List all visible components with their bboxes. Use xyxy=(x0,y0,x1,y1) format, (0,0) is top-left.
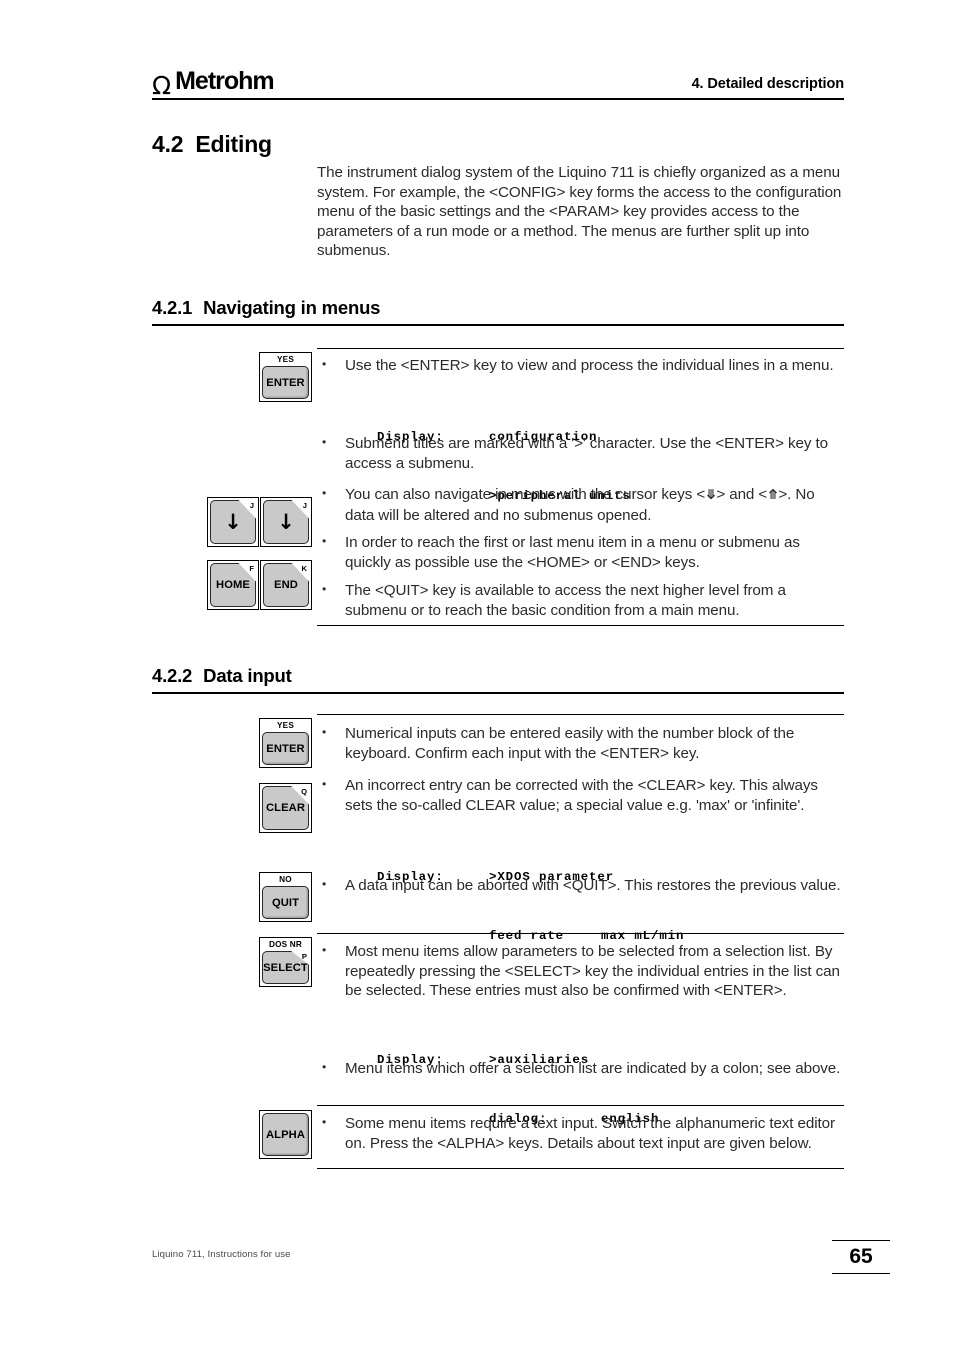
key-quit[interactable]: NO QUIT xyxy=(259,872,312,922)
section-title: Editing xyxy=(195,131,272,157)
keycap-label: HOME xyxy=(216,579,250,591)
subsection-title: Navigating in menus xyxy=(203,297,381,318)
subsection-heading-navigating: 4.2.1 Navigating in menus xyxy=(152,297,844,326)
arrow-up-icon: ↓ xyxy=(277,509,295,534)
bullet-item: Submenu titles are marked with a '>' cha… xyxy=(317,433,845,473)
section-intro-paragraph: The instrument dialog system of the Liqu… xyxy=(317,164,842,260)
page-number: 65 xyxy=(849,1245,873,1268)
key-cursor-up[interactable]: J ↓ xyxy=(260,497,312,547)
divider-rule xyxy=(317,1168,844,1169)
omega-icon: Ω xyxy=(152,70,172,100)
page-number-box: 65 xyxy=(832,1240,890,1274)
keycap[interactable]: J ↓ xyxy=(263,500,309,544)
subsection-number: 4.2.2 xyxy=(152,665,193,686)
bullet-item: You can also navigate in menus with the … xyxy=(317,484,845,525)
bullet-item: Most menu items allow parameters to be s… xyxy=(317,941,845,1001)
chapter-title: 4. Detailed description xyxy=(691,76,845,92)
bullet-item: The <QUIT> key is available to access th… xyxy=(317,580,845,620)
divider-rule xyxy=(317,348,844,349)
bullet-item: Numerical inputs can be entered easily w… xyxy=(317,723,845,763)
metrohm-logo: Ω Metrohm xyxy=(152,67,275,100)
keycap-corner-letter: F xyxy=(249,564,254,573)
key-top-label: NO xyxy=(279,875,292,884)
keycap-label: ENTER xyxy=(266,376,305,389)
key-top-label: YES xyxy=(277,355,294,364)
keycap[interactable]: ENTER xyxy=(262,366,309,399)
keycap-label: SELECT xyxy=(263,961,308,974)
logo-wordmark: Metrohm xyxy=(175,67,275,95)
keycap-label: QUIT xyxy=(271,896,300,909)
display-line2-right: max mL/min xyxy=(601,928,685,943)
subsection-heading-data-input: 4.2.2 Data input xyxy=(152,665,844,694)
bullet-item: Some menu items require a text input. Sw… xyxy=(317,1113,845,1153)
keycap[interactable]: Q CLEAR xyxy=(262,786,309,830)
key-top-label: DOS NR xyxy=(268,940,303,949)
keycap-corner-letter: K xyxy=(301,564,307,573)
keycap[interactable]: QUIT xyxy=(262,886,309,919)
divider-rule xyxy=(317,625,844,626)
bullet-item: A data input can be aborted with <QUIT>.… xyxy=(317,875,845,896)
keycap[interactable]: F HOME xyxy=(210,563,256,607)
keycap-label: ALPHA xyxy=(265,1128,306,1141)
key-end[interactable]: K END xyxy=(260,560,312,610)
keycap-corner-letter: Q xyxy=(301,787,307,796)
key-home[interactable]: F HOME xyxy=(207,560,259,610)
key-cursor-down[interactable]: J ↓ xyxy=(207,497,259,547)
key-top-label: YES xyxy=(277,721,294,730)
bullet-item: An incorrect entry can be corrected with… xyxy=(317,775,845,815)
keycap[interactable]: K END xyxy=(263,563,309,607)
section-heading: 4.2 Editing xyxy=(152,131,272,158)
bullet-item: Use the <ENTER> key to view and process … xyxy=(317,355,845,376)
key-enter[interactable]: YES ENTER xyxy=(259,718,312,768)
keycap-label: ENTER xyxy=(266,742,305,755)
key-enter[interactable]: YES ENTER xyxy=(259,352,312,402)
key-alpha[interactable]: ALPHA xyxy=(259,1110,312,1159)
subsection-title: Data input xyxy=(203,665,292,686)
bullet-item: Menu items which offer a selection list … xyxy=(317,1058,845,1079)
keycap[interactable]: P SELECT xyxy=(262,951,309,984)
section-number: 4.2 xyxy=(152,131,184,157)
keycap-label: CLEAR xyxy=(265,802,306,814)
arrow-down-icon: ⤋ xyxy=(705,487,717,503)
keycap-label: END xyxy=(274,579,298,591)
keycap[interactable]: J ↓ xyxy=(210,500,256,544)
keycap[interactable]: ENTER xyxy=(262,732,309,765)
key-select[interactable]: DOS NR P SELECT xyxy=(259,937,312,987)
keycap-corner-letter: J xyxy=(302,501,307,510)
subsection-number: 4.2.1 xyxy=(152,297,193,318)
key-clear[interactable]: Q CLEAR xyxy=(259,783,312,833)
arrow-down-icon: ↓ xyxy=(224,509,242,534)
keycap-corner-letter: P xyxy=(301,952,307,961)
keycap[interactable]: ALPHA xyxy=(262,1113,309,1156)
page-header: Ω Metrohm 4. Detailed description xyxy=(152,58,844,100)
divider-rule xyxy=(317,714,844,715)
document-page: Ω Metrohm 4. Detailed description 4.2 Edi… xyxy=(0,0,954,1350)
arrow-up-icon: ⤊ xyxy=(767,487,779,503)
keycap-corner-letter: J xyxy=(249,501,254,510)
footer-caption: Liquino 711, Instructions for use xyxy=(152,1249,291,1260)
bullet-item: In order to reach the first or last menu… xyxy=(317,532,845,572)
